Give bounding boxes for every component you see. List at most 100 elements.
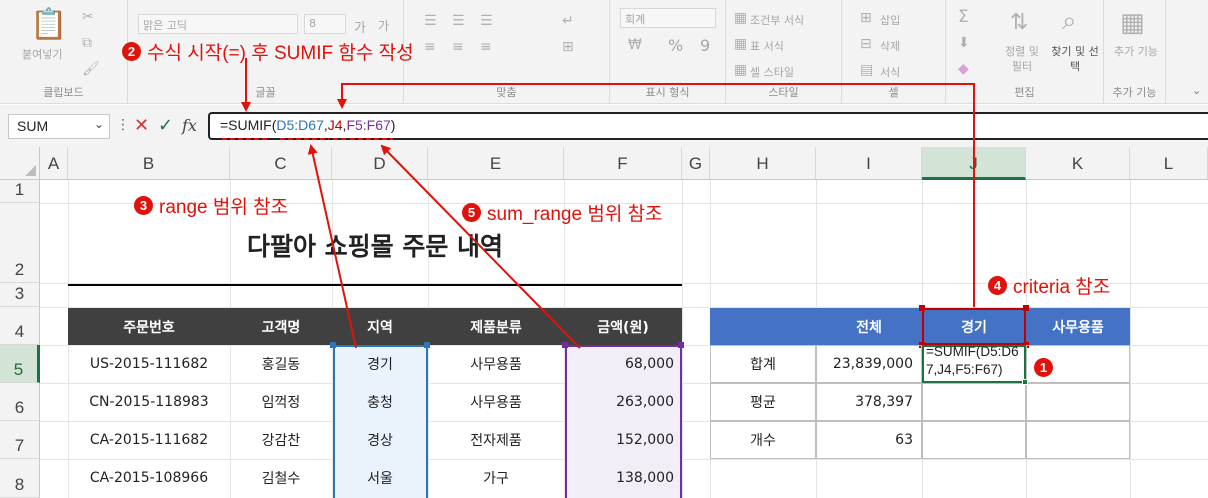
format-painter-icon[interactable]: 🖌 — [82, 62, 100, 76]
sheet-title[interactable]: 다팔아 쇼핑몰 주문 내역 — [68, 222, 682, 272]
summary-header-total[interactable]: 전체 — [816, 308, 922, 345]
column-header-a[interactable]: A — [40, 147, 68, 180]
active-cell-formula[interactable]: =SUMIF(D5:D67,J4,F5:F67) — [922, 344, 1026, 383]
table-cell[interactable]: 152,000 — [564, 421, 682, 459]
autosum-icon[interactable]: Σ — [958, 9, 969, 26]
align-center-icon[interactable]: ≡ — [452, 40, 464, 54]
align-bottom-icon[interactable]: ☰ — [480, 14, 493, 28]
cancel-icon[interactable]: ✕ — [134, 115, 149, 136]
table-header-category[interactable]: 제품분류 — [428, 308, 564, 345]
align-left-icon[interactable]: ≡ — [424, 40, 436, 54]
column-header-l[interactable]: L — [1130, 147, 1208, 180]
enter-icon[interactable]: ✓ — [158, 115, 173, 136]
font-name-dropdown[interactable]: 맑은 고딕 — [138, 14, 298, 34]
row-header-8[interactable]: 8 — [0, 459, 40, 498]
column-header-d[interactable]: D — [332, 147, 428, 180]
row-header-4[interactable]: 4 — [0, 307, 40, 345]
table-cell[interactable]: 68,000 — [564, 345, 682, 383]
summary-row-label-avg[interactable]: 평균 — [710, 383, 816, 421]
column-header-j[interactable]: J — [922, 147, 1026, 180]
sort-filter-button[interactable]: 정렬 및 필터 — [1002, 44, 1042, 74]
criteria-handle[interactable] — [1023, 305, 1029, 311]
table-cell[interactable]: 138,000 — [564, 459, 682, 497]
insert-function-button[interactable]: fx — [182, 116, 197, 135]
summary-row-label-count[interactable]: 개수 — [710, 421, 816, 459]
insert-button[interactable]: 삽입 — [880, 12, 900, 28]
merge-icon[interactable]: ⊞ — [562, 40, 574, 54]
table-cell[interactable]: CN-2015-118983 — [68, 383, 230, 421]
clear-icon[interactable]: ◆ — [958, 62, 969, 76]
chevron-down-icon[interactable]: ⌄ — [94, 117, 104, 131]
summary-gyeonggi-count[interactable] — [922, 421, 1026, 459]
row-header-7[interactable]: 7 — [0, 421, 40, 459]
cut-icon[interactable]: ✂ — [82, 10, 94, 24]
delete-button[interactable]: 삭제 — [880, 38, 900, 54]
paste-icon[interactable]: 📋 — [30, 10, 67, 40]
find-select-button[interactable]: 찾기 및 선택 — [1050, 44, 1100, 74]
row-header-2[interactable]: 2 — [0, 203, 40, 283]
sort-filter-icon[interactable]: ⇅ — [1010, 12, 1028, 34]
fill-handle[interactable] — [1022, 379, 1028, 385]
addins-icon[interactable]: ▦ — [1120, 10, 1145, 36]
align-top-icon[interactable]: ☰ — [424, 14, 437, 28]
summary-office-avg[interactable] — [1026, 383, 1130, 421]
criteria-handle[interactable] — [919, 305, 925, 311]
table-cell[interactable]: 서울 — [332, 459, 428, 497]
align-right-icon[interactable]: ≡ — [480, 40, 492, 54]
table-cell[interactable]: 전자제품 — [428, 421, 564, 459]
summary-header-office[interactable]: 사무용품 — [1026, 308, 1130, 345]
table-cell[interactable]: CA-2015-111682 — [68, 421, 230, 459]
column-header-c[interactable]: C — [230, 147, 332, 180]
find-select-icon[interactable]: ⌕ — [1062, 8, 1077, 34]
font-shrink-button[interactable]: 가 — [378, 17, 389, 34]
format-as-table-button[interactable]: 표 서식 — [750, 38, 784, 54]
percent-button[interactable]: % — [668, 36, 683, 55]
column-header-b[interactable]: B — [68, 147, 230, 180]
summary-total-count[interactable]: 63 — [816, 421, 922, 459]
table-cell[interactable]: 경기 — [332, 345, 428, 383]
currency-icon[interactable]: ₩ — [628, 38, 642, 52]
align-middle-icon[interactable]: ☰ — [452, 14, 465, 28]
column-header-i[interactable]: I — [816, 147, 922, 180]
column-header-f[interactable]: F — [564, 147, 682, 180]
row-header-3[interactable]: 3 — [0, 283, 40, 307]
table-header-order-no[interactable]: 주문번호 — [68, 308, 230, 345]
wrap-text-icon[interactable]: ↵ — [562, 14, 574, 28]
cell-styles-button[interactable]: 셀 스타일 — [750, 64, 794, 80]
column-header-h[interactable]: H — [710, 147, 816, 180]
row-header-6[interactable]: 6 — [0, 383, 40, 421]
table-cell[interactable]: 263,000 — [564, 383, 682, 421]
name-box[interactable]: SUM ⌄ — [8, 114, 110, 139]
column-header-g[interactable]: G — [682, 147, 710, 180]
number-format-dropdown[interactable]: 회계 — [620, 8, 716, 28]
table-cell[interactable]: 가구 — [428, 459, 564, 497]
copy-icon[interactable]: ⧉ — [82, 36, 92, 50]
table-cell[interactable]: 사무용품 — [428, 345, 564, 383]
summary-row-label-sum[interactable]: 합계 — [710, 345, 816, 383]
format-button[interactable]: 서식 — [880, 64, 900, 80]
select-all-corner[interactable] — [0, 147, 40, 180]
summary-header-gyeonggi[interactable]: 경기 — [922, 308, 1026, 345]
table-cell[interactable]: 홍길동 — [230, 345, 332, 383]
table-cell[interactable]: CA-2015-108966 — [68, 459, 230, 497]
table-cell[interactable]: 사무용품 — [428, 383, 564, 421]
addins-button[interactable]: 추가 기능 — [1114, 44, 1158, 59]
summary-gyeonggi-avg[interactable] — [922, 383, 1026, 421]
table-header-region[interactable]: 지역 — [332, 308, 428, 345]
table-cell[interactable]: 강감찬 — [230, 421, 332, 459]
table-cell[interactable]: US-2015-111682 — [68, 345, 230, 383]
table-cell[interactable]: 경상 — [332, 421, 428, 459]
font-size-dropdown[interactable]: 8 — [304, 14, 346, 34]
more-options-icon[interactable]: ⋮ — [116, 117, 130, 133]
comma-button[interactable]: 9 — [700, 36, 710, 55]
table-cell[interactable]: 임꺽정 — [230, 383, 332, 421]
row-header-5[interactable]: 5 — [0, 345, 40, 383]
summary-header-corner[interactable] — [710, 308, 816, 345]
summary-total-sum[interactable]: 23,839,000 — [816, 345, 922, 383]
conditional-format-button[interactable]: 조건부 서식 — [750, 12, 804, 28]
table-cell[interactable]: 김철수 — [230, 459, 332, 497]
summary-total-avg[interactable]: 378,397 — [816, 383, 922, 421]
paste-button[interactable]: 붙여넣기 — [22, 46, 62, 62]
table-cell[interactable]: 충청 — [332, 383, 428, 421]
column-header-e[interactable]: E — [428, 147, 564, 180]
